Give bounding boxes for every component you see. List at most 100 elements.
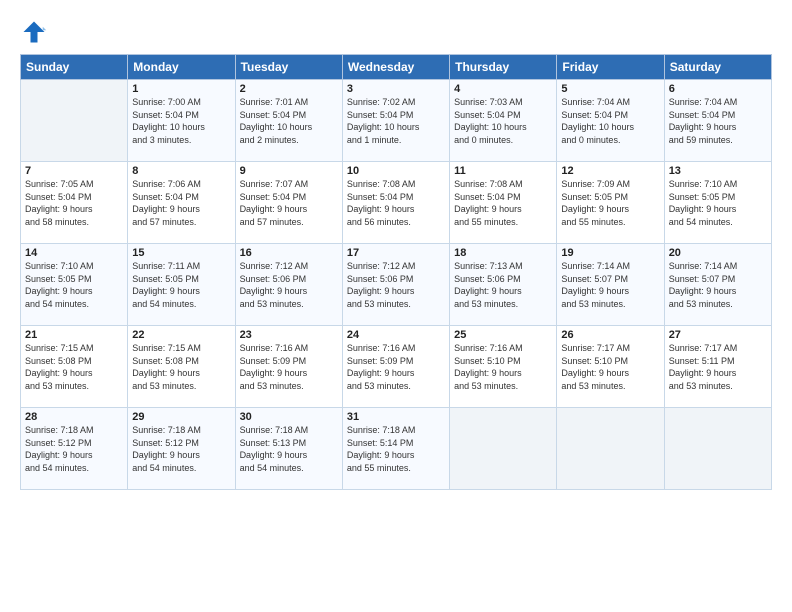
- day-info: Sunrise: 7:08 AM Sunset: 5:04 PM Dayligh…: [347, 178, 445, 228]
- calendar-cell: 21Sunrise: 7:15 AM Sunset: 5:08 PM Dayli…: [21, 326, 128, 408]
- day-info: Sunrise: 7:00 AM Sunset: 5:04 PM Dayligh…: [132, 96, 230, 146]
- day-info: Sunrise: 7:05 AM Sunset: 5:04 PM Dayligh…: [25, 178, 123, 228]
- calendar-cell: 20Sunrise: 7:14 AM Sunset: 5:07 PM Dayli…: [664, 244, 771, 326]
- calendar-cell: 27Sunrise: 7:17 AM Sunset: 5:11 PM Dayli…: [664, 326, 771, 408]
- day-info: Sunrise: 7:16 AM Sunset: 5:09 PM Dayligh…: [347, 342, 445, 392]
- day-info: Sunrise: 7:08 AM Sunset: 5:04 PM Dayligh…: [454, 178, 552, 228]
- day-number: 4: [454, 83, 552, 95]
- calendar-cell: 10Sunrise: 7:08 AM Sunset: 5:04 PM Dayli…: [342, 162, 449, 244]
- calendar-cell: 17Sunrise: 7:12 AM Sunset: 5:06 PM Dayli…: [342, 244, 449, 326]
- day-info: Sunrise: 7:14 AM Sunset: 5:07 PM Dayligh…: [561, 260, 659, 310]
- calendar-cell: 24Sunrise: 7:16 AM Sunset: 5:09 PM Dayli…: [342, 326, 449, 408]
- day-number: 28: [25, 411, 123, 423]
- logo: [20, 18, 52, 46]
- day-number: 3: [347, 83, 445, 95]
- calendar-cell: 3Sunrise: 7:02 AM Sunset: 5:04 PM Daylig…: [342, 80, 449, 162]
- calendar-cell: 15Sunrise: 7:11 AM Sunset: 5:05 PM Dayli…: [128, 244, 235, 326]
- day-info: Sunrise: 7:10 AM Sunset: 5:05 PM Dayligh…: [669, 178, 767, 228]
- day-number: 20: [669, 247, 767, 259]
- calendar-cell: 9Sunrise: 7:07 AM Sunset: 5:04 PM Daylig…: [235, 162, 342, 244]
- day-number: 16: [240, 247, 338, 259]
- day-number: 24: [347, 329, 445, 341]
- day-info: Sunrise: 7:01 AM Sunset: 5:04 PM Dayligh…: [240, 96, 338, 146]
- calendar-cell: [557, 408, 664, 490]
- calendar-cell: 28Sunrise: 7:18 AM Sunset: 5:12 PM Dayli…: [21, 408, 128, 490]
- day-info: Sunrise: 7:18 AM Sunset: 5:12 PM Dayligh…: [25, 424, 123, 474]
- calendar-cell: 14Sunrise: 7:10 AM Sunset: 5:05 PM Dayli…: [21, 244, 128, 326]
- day-info: Sunrise: 7:04 AM Sunset: 5:04 PM Dayligh…: [669, 96, 767, 146]
- calendar-cell: 7Sunrise: 7:05 AM Sunset: 5:04 PM Daylig…: [21, 162, 128, 244]
- day-info: Sunrise: 7:17 AM Sunset: 5:10 PM Dayligh…: [561, 342, 659, 392]
- day-number: 27: [669, 329, 767, 341]
- day-info: Sunrise: 7:09 AM Sunset: 5:05 PM Dayligh…: [561, 178, 659, 228]
- weekday-header-sunday: Sunday: [21, 55, 128, 80]
- day-number: 6: [669, 83, 767, 95]
- calendar-cell: [664, 408, 771, 490]
- weekday-header-wednesday: Wednesday: [342, 55, 449, 80]
- calendar-cell: 30Sunrise: 7:18 AM Sunset: 5:13 PM Dayli…: [235, 408, 342, 490]
- day-info: Sunrise: 7:06 AM Sunset: 5:04 PM Dayligh…: [132, 178, 230, 228]
- day-info: Sunrise: 7:15 AM Sunset: 5:08 PM Dayligh…: [132, 342, 230, 392]
- day-number: 17: [347, 247, 445, 259]
- calendar-cell: 13Sunrise: 7:10 AM Sunset: 5:05 PM Dayli…: [664, 162, 771, 244]
- day-number: 29: [132, 411, 230, 423]
- calendar-cell: 22Sunrise: 7:15 AM Sunset: 5:08 PM Dayli…: [128, 326, 235, 408]
- weekday-header-saturday: Saturday: [664, 55, 771, 80]
- day-number: 12: [561, 165, 659, 177]
- day-info: Sunrise: 7:12 AM Sunset: 5:06 PM Dayligh…: [240, 260, 338, 310]
- page: SundayMondayTuesdayWednesdayThursdayFrid…: [0, 0, 792, 612]
- calendar-cell: 26Sunrise: 7:17 AM Sunset: 5:10 PM Dayli…: [557, 326, 664, 408]
- day-info: Sunrise: 7:10 AM Sunset: 5:05 PM Dayligh…: [25, 260, 123, 310]
- day-number: 31: [347, 411, 445, 423]
- weekday-header-tuesday: Tuesday: [235, 55, 342, 80]
- day-info: Sunrise: 7:17 AM Sunset: 5:11 PM Dayligh…: [669, 342, 767, 392]
- header: [20, 18, 772, 46]
- day-info: Sunrise: 7:18 AM Sunset: 5:14 PM Dayligh…: [347, 424, 445, 474]
- day-info: Sunrise: 7:04 AM Sunset: 5:04 PM Dayligh…: [561, 96, 659, 146]
- calendar-cell: 18Sunrise: 7:13 AM Sunset: 5:06 PM Dayli…: [450, 244, 557, 326]
- calendar-cell: 16Sunrise: 7:12 AM Sunset: 5:06 PM Dayli…: [235, 244, 342, 326]
- logo-icon: [20, 18, 48, 46]
- calendar-cell: 23Sunrise: 7:16 AM Sunset: 5:09 PM Dayli…: [235, 326, 342, 408]
- calendar-week-4: 28Sunrise: 7:18 AM Sunset: 5:12 PM Dayli…: [21, 408, 772, 490]
- calendar-cell: 25Sunrise: 7:16 AM Sunset: 5:10 PM Dayli…: [450, 326, 557, 408]
- calendar-cell: 4Sunrise: 7:03 AM Sunset: 5:04 PM Daylig…: [450, 80, 557, 162]
- day-number: 1: [132, 83, 230, 95]
- calendar-cell: 31Sunrise: 7:18 AM Sunset: 5:14 PM Dayli…: [342, 408, 449, 490]
- calendar-week-2: 14Sunrise: 7:10 AM Sunset: 5:05 PM Dayli…: [21, 244, 772, 326]
- day-info: Sunrise: 7:16 AM Sunset: 5:10 PM Dayligh…: [454, 342, 552, 392]
- calendar-cell: [450, 408, 557, 490]
- calendar-cell: 29Sunrise: 7:18 AM Sunset: 5:12 PM Dayli…: [128, 408, 235, 490]
- weekday-header-thursday: Thursday: [450, 55, 557, 80]
- day-info: Sunrise: 7:13 AM Sunset: 5:06 PM Dayligh…: [454, 260, 552, 310]
- day-number: 10: [347, 165, 445, 177]
- calendar-cell: 6Sunrise: 7:04 AM Sunset: 5:04 PM Daylig…: [664, 80, 771, 162]
- day-number: 18: [454, 247, 552, 259]
- day-number: 5: [561, 83, 659, 95]
- weekday-header-monday: Monday: [128, 55, 235, 80]
- day-info: Sunrise: 7:18 AM Sunset: 5:13 PM Dayligh…: [240, 424, 338, 474]
- day-number: 26: [561, 329, 659, 341]
- calendar-week-0: 1Sunrise: 7:00 AM Sunset: 5:04 PM Daylig…: [21, 80, 772, 162]
- day-info: Sunrise: 7:12 AM Sunset: 5:06 PM Dayligh…: [347, 260, 445, 310]
- day-info: Sunrise: 7:07 AM Sunset: 5:04 PM Dayligh…: [240, 178, 338, 228]
- day-info: Sunrise: 7:14 AM Sunset: 5:07 PM Dayligh…: [669, 260, 767, 310]
- day-number: 23: [240, 329, 338, 341]
- day-number: 15: [132, 247, 230, 259]
- day-info: Sunrise: 7:16 AM Sunset: 5:09 PM Dayligh…: [240, 342, 338, 392]
- weekday-header-friday: Friday: [557, 55, 664, 80]
- day-number: 11: [454, 165, 552, 177]
- day-number: 14: [25, 247, 123, 259]
- day-number: 8: [132, 165, 230, 177]
- day-number: 7: [25, 165, 123, 177]
- calendar-cell: 5Sunrise: 7:04 AM Sunset: 5:04 PM Daylig…: [557, 80, 664, 162]
- day-number: 25: [454, 329, 552, 341]
- day-number: 2: [240, 83, 338, 95]
- calendar-cell: 8Sunrise: 7:06 AM Sunset: 5:04 PM Daylig…: [128, 162, 235, 244]
- weekday-header-row: SundayMondayTuesdayWednesdayThursdayFrid…: [21, 55, 772, 80]
- day-info: Sunrise: 7:11 AM Sunset: 5:05 PM Dayligh…: [132, 260, 230, 310]
- day-number: 19: [561, 247, 659, 259]
- calendar-week-3: 21Sunrise: 7:15 AM Sunset: 5:08 PM Dayli…: [21, 326, 772, 408]
- calendar-table: SundayMondayTuesdayWednesdayThursdayFrid…: [20, 54, 772, 490]
- day-number: 9: [240, 165, 338, 177]
